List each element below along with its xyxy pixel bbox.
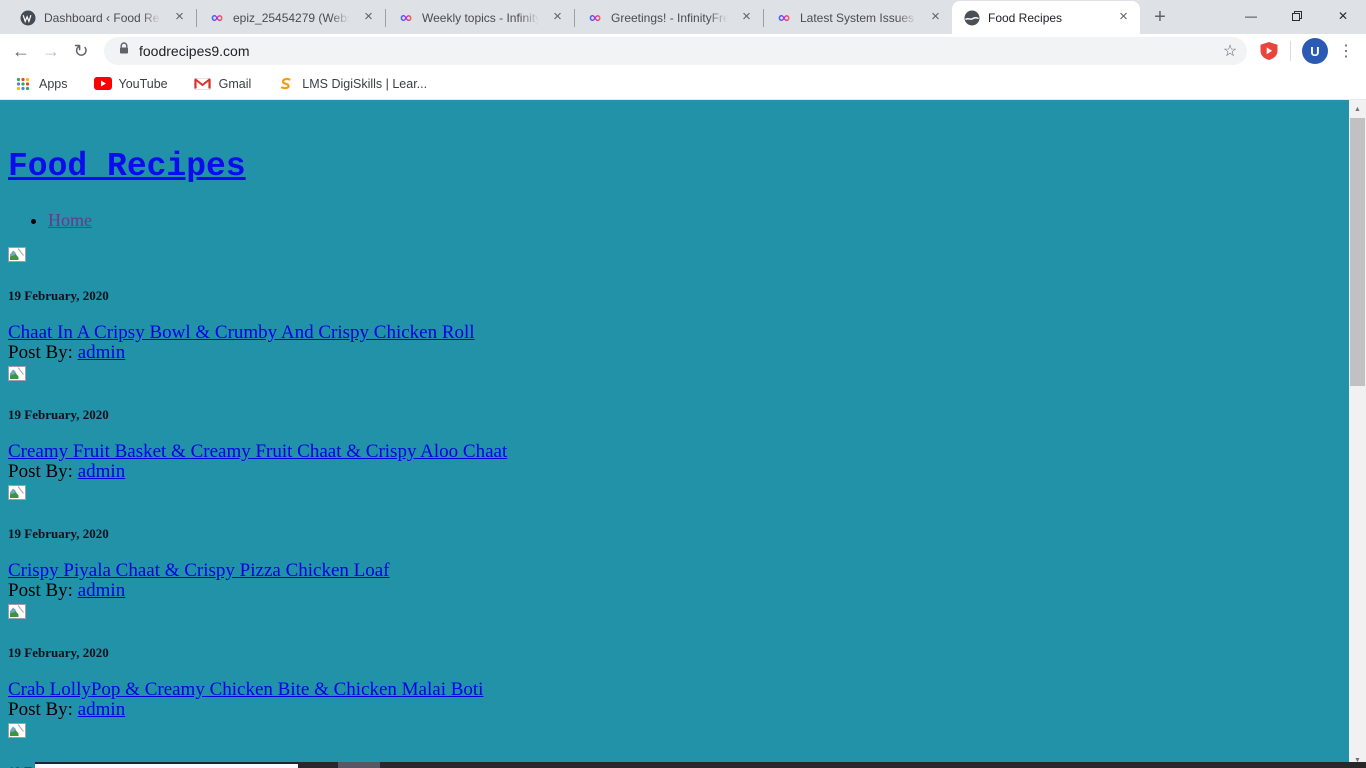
browser-tab[interactable]: Food Recipes ×: [952, 1, 1140, 34]
toolbar-separator: [1290, 41, 1291, 61]
url-text: foodrecipes9.com: [139, 43, 250, 59]
minimize-button[interactable]: —: [1228, 0, 1274, 32]
browser-tab[interactable]: Dashboard ‹ Food Recip ×: [8, 1, 196, 34]
site-title-link[interactable]: Food Recipes: [8, 148, 246, 185]
window-controls: — ✕: [1228, 0, 1366, 32]
vertical-scrollbar[interactable]: ▲ ▼: [1349, 100, 1366, 768]
apps-icon: [14, 76, 32, 92]
bookmark-label: LMS DigiSkills | Lear...: [302, 76, 428, 91]
browser-tab[interactable]: ∞ Greetings! - InfinityFree ×: [575, 1, 763, 34]
browser-menu-icon[interactable]: ⋮: [1332, 37, 1360, 65]
page-title: Food Recipes: [8, 100, 1366, 186]
post-author-link[interactable]: admin: [78, 699, 126, 720]
youtube-icon: [93, 76, 112, 92]
gmail-icon: [194, 76, 212, 92]
digiskills-icon: [277, 76, 295, 92]
browser-tab[interactable]: ∞ Latest System Issues top ×: [764, 1, 952, 34]
bookmark-label: Gmail: [218, 76, 252, 91]
post-date: 19 February, 2020: [8, 645, 109, 660]
site-security-lock-icon[interactable]: [118, 42, 130, 60]
close-window-button[interactable]: ✕: [1320, 0, 1366, 32]
post-item: 19 February, 2020 Crispy Piyala Chaat & …: [8, 485, 1366, 600]
back-button[interactable]: ←: [6, 36, 36, 66]
tab-close-icon[interactable]: ×: [1115, 9, 1132, 26]
bookmark-item[interactable]: YouTube: [93, 76, 168, 92]
post-author-link[interactable]: admin: [78, 461, 126, 482]
new-tab-button[interactable]: +: [1146, 3, 1174, 31]
browser-tab[interactable]: ∞ Weekly topics - InfinityF ×: [386, 1, 574, 34]
broken-image-icon: [8, 247, 26, 262]
tab-close-icon[interactable]: ×: [738, 9, 755, 26]
broken-image-icon: [8, 723, 26, 738]
tab-close-icon[interactable]: ×: [360, 9, 377, 26]
adblock-extension-icon[interactable]: [1255, 37, 1283, 65]
reload-button[interactable]: ↻: [66, 36, 96, 66]
bookmark-label: Apps: [39, 76, 68, 91]
post-item: 19 February, 2020 Creamy Fruit Basket & …: [8, 366, 1366, 481]
taskbar-peek-light: [35, 762, 298, 768]
posts-list: 19 February, 2020 Chaat In A Cripsy Bowl…: [8, 247, 1366, 719]
post-title-link[interactable]: Crab LollyPop & Creamy Chicken Bite & Ch…: [8, 679, 483, 700]
post-author-link[interactable]: admin: [78, 580, 126, 601]
tab-title: Dashboard ‹ Food Recip: [44, 10, 163, 25]
post-date: 19 February, 2020: [8, 407, 109, 422]
browser-toolbar: ← → ↻ foodrecipes9.com ☆ U ⋮: [0, 34, 1366, 68]
post-by-label: Post By:: [8, 699, 73, 720]
post-item: 19 February, 2020 Crab LollyPop & Creamy…: [8, 604, 1366, 719]
main-nav: Home: [8, 210, 1366, 231]
broken-image-icon: [8, 366, 26, 381]
address-bar[interactable]: foodrecipes9.com ☆: [104, 37, 1247, 65]
taskbar-peek-dark: [298, 762, 1366, 768]
tab-close-icon[interactable]: ×: [171, 9, 188, 26]
tab-close-icon[interactable]: ×: [927, 9, 944, 26]
post-title-link[interactable]: Creamy Fruit Basket & Creamy Fruit Chaat…: [8, 441, 507, 462]
restore-button[interactable]: [1274, 0, 1320, 32]
bookmark-item[interactable]: LMS DigiSkills | Lear...: [277, 76, 427, 92]
profile-avatar[interactable]: U: [1302, 38, 1328, 64]
infinity-icon: ∞: [777, 7, 791, 27]
browser-tab[interactable]: ∞ epiz_25454279 (Website ×: [197, 1, 385, 34]
bookmark-label: YouTube: [118, 76, 168, 91]
post-author-link[interactable]: admin: [78, 342, 126, 363]
bookmark-item[interactable]: Gmail: [194, 76, 252, 92]
globe-icon: [964, 10, 980, 26]
bookmarks-bar: Apps YouTube Gmail LMS DigiSkills | Lear…: [0, 68, 1366, 100]
post-by-label: Post By:: [8, 342, 73, 363]
bookmark-star-icon[interactable]: ☆: [1217, 38, 1243, 64]
home-link[interactable]: Home: [48, 210, 92, 230]
tab-title: Weekly topics - InfinityF: [422, 10, 541, 25]
post-title-link[interactable]: Crispy Piyala Chaat & Crispy Pizza Chick…: [8, 560, 390, 581]
browser-window: Dashboard ‹ Food Recip × ∞ epiz_25454279…: [0, 0, 1366, 768]
infinity-icon: ∞: [588, 7, 602, 27]
forward-button[interactable]: →: [36, 36, 66, 66]
post-by-label: Post By:: [8, 580, 73, 601]
scrollbar-thumb[interactable]: [1350, 118, 1365, 386]
tab-title: Greetings! - InfinityFree: [611, 10, 730, 25]
infinity-icon: ∞: [210, 7, 224, 27]
post-date: 19 February, 2020: [8, 288, 109, 303]
post-date: 19 February, 2020: [8, 526, 109, 541]
tab-title: Latest System Issues top: [800, 10, 919, 25]
bookmark-item[interactable]: Apps: [14, 76, 68, 92]
nav-item-home: Home: [48, 210, 1366, 231]
post-title-link[interactable]: Chaat In A Cripsy Bowl & Crumby And Cris…: [8, 322, 475, 343]
taskbar-peek-segment: [338, 762, 380, 768]
broken-image-icon: [8, 485, 26, 500]
tab-title: epiz_25454279 (Website: [233, 10, 352, 25]
post-by-label: Post By:: [8, 461, 73, 482]
post-item: 19 February, 2020 Chaat In A Cripsy Bowl…: [8, 247, 1366, 362]
page-content: Food Recipes Home 19 February, 2020 Chaa…: [0, 100, 1366, 768]
tab-close-icon[interactable]: ×: [549, 9, 566, 26]
broken-image-icon: [8, 604, 26, 619]
scroll-up-icon[interactable]: ▲: [1349, 100, 1366, 117]
tab-strip: Dashboard ‹ Food Recip × ∞ epiz_25454279…: [0, 0, 1366, 34]
infinity-icon: ∞: [399, 7, 413, 27]
wordpress-icon: [20, 10, 36, 26]
tab-title: Food Recipes: [988, 10, 1063, 25]
